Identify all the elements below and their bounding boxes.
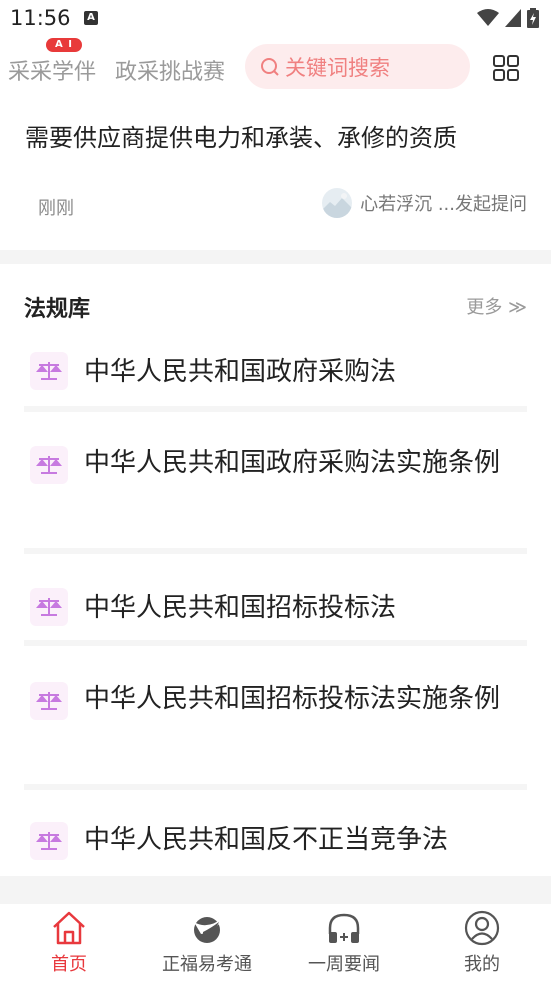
law-separator [24, 784, 527, 790]
notification-icon: A [84, 11, 98, 25]
law-item-label: 中华人民共和国政府采购法 [84, 357, 397, 387]
status-bar: 11:56 A [0, 0, 551, 36]
section-divider [0, 250, 551, 264]
wifi-icon [477, 9, 499, 26]
law-library-section: 法规库 更多 ≫ 中华人民共和国政府采购法 中华人民共和国政府采购法实施条例 中… [0, 264, 551, 876]
law-item-label: 中华人民共和国反不正当竞争法 [84, 825, 449, 855]
law-library-title: 法规库 [24, 297, 91, 322]
question-card[interactable]: 需要供应商提供电力和承装、承修的资质 刚刚 心若浮沉 ...发起提问 [0, 100, 551, 248]
question-asker: 心若浮沉 ...发起提问 [322, 188, 527, 218]
law-separator [24, 640, 527, 646]
tab-exam-label: 正福易考通 [162, 954, 252, 975]
home-icon [53, 911, 85, 945]
search-input[interactable]: 关键词搜索 [245, 44, 470, 89]
headphones-icon [328, 913, 360, 943]
more-link[interactable]: 更多 ≫ [466, 293, 527, 319]
grid-icon[interactable] [493, 55, 519, 81]
tab-home-label: 首页 [51, 954, 87, 975]
ai-badge: A I [46, 38, 82, 52]
tab-procurement-challenge[interactable]: 政采挑战赛 [115, 54, 225, 86]
question-time: 刚刚 [38, 198, 74, 219]
tab-study-companion[interactable]: 采采学伴 [8, 54, 96, 86]
search-placeholder: 关键词搜索 [285, 55, 390, 80]
tab-home[interactable]: 首页 [9, 910, 129, 976]
tab-weekly-news-label: 一周要闻 [308, 954, 380, 975]
question-title: 需要供应商提供电力和承装、承修的资质 [25, 124, 457, 152]
law-item[interactable]: 中华人民共和国反不正当竞争法 [24, 816, 527, 876]
law-separator [24, 548, 527, 554]
bottom-tab-bar: 首页 正福易考通 一周要闻 我的 [0, 904, 551, 981]
law-item[interactable]: 中华人民共和国政府采购法实施条例 [24, 436, 527, 556]
user-icon [464, 910, 500, 946]
law-item-label: 中华人民共和国招标投标法实施条例 [84, 684, 501, 714]
battery-icon [527, 8, 539, 28]
law-separator [24, 406, 527, 412]
signal-icon [505, 9, 521, 27]
law-item[interactable]: 中华人民共和国招标投标法 [24, 582, 527, 648]
law-item-label: 中华人民共和国招标投标法 [84, 593, 397, 623]
law-item[interactable]: 中华人民共和国政府采购法 [24, 346, 527, 412]
law-item[interactable]: 中华人民共和国招标投标法实施条例 [24, 672, 527, 792]
bird-logo-icon [194, 917, 223, 943]
section-divider [0, 876, 551, 904]
status-time: 11:56 [10, 6, 71, 30]
avatar [322, 188, 353, 218]
status-icons [477, 8, 539, 28]
tab-mine-label: 我的 [464, 954, 500, 975]
tab-weekly-news[interactable]: 一周要闻 [284, 910, 404, 976]
asker-label: 心若浮沉 ...发起提问 [360, 194, 527, 215]
top-nav: A I 采采学伴 政采挑战赛 关键词搜索 [0, 38, 551, 98]
search-icon [261, 57, 279, 76]
tab-mine[interactable]: 我的 [422, 910, 542, 976]
tab-exam[interactable]: 正福易考通 [147, 910, 267, 976]
law-item-label: 中华人民共和国政府采购法实施条例 [84, 448, 501, 478]
